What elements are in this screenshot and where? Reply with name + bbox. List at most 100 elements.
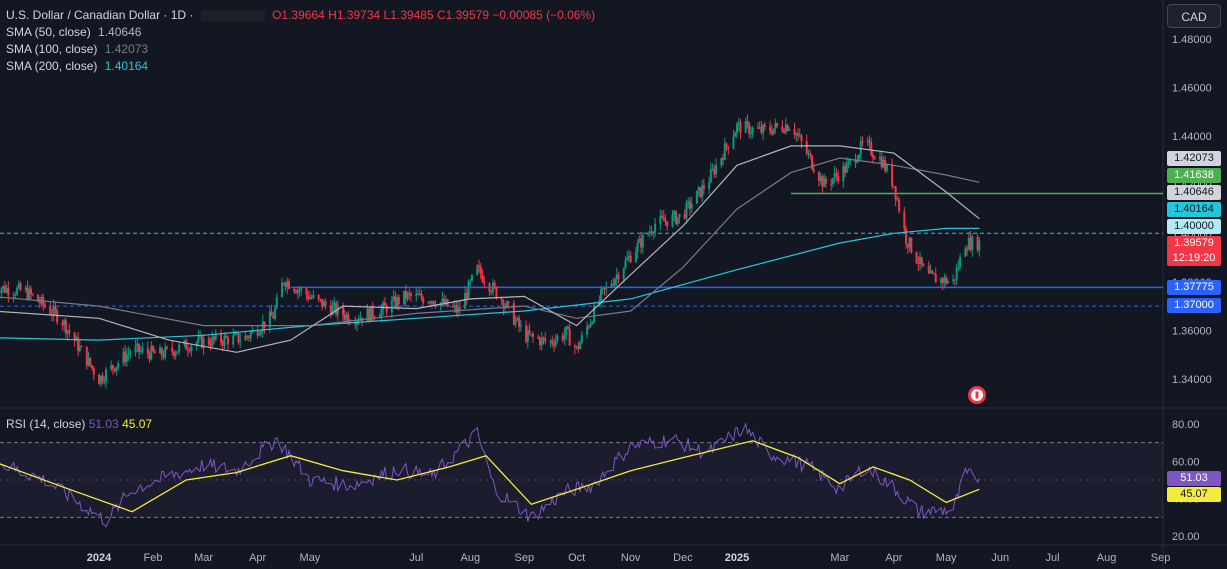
rsi-label[interactable]: RSI (14, close) [6,417,85,431]
candle-body [160,348,163,356]
candle-body [165,346,168,348]
candle-body [734,132,737,137]
candle-body [952,279,955,282]
candle-body [159,348,162,354]
candle-body [516,317,519,320]
candle-body [148,353,151,360]
candle-body [929,270,932,274]
price-axis-tick: 1.34000 [1172,374,1212,386]
candle-body [294,291,297,294]
candle-body [441,298,444,303]
candle-body [394,296,397,307]
candle-body [321,299,324,307]
candle-body [748,123,751,135]
candle-body [63,320,66,326]
candle-body [715,165,718,175]
candle-body [305,288,308,295]
candle-body [805,141,808,154]
candle-body [687,201,690,203]
candle-body [220,333,223,343]
candle-body [417,293,419,295]
candle-body [185,340,188,350]
sma200-label[interactable]: SMA (200, close) [6,59,97,73]
sma50-price-tag: 1.40646 [1167,185,1221,200]
candle-body [878,157,881,160]
candle-body [957,267,960,269]
candle-body [831,178,834,184]
candle-body [422,298,425,304]
candle-body [737,122,740,124]
candle-body [211,336,214,346]
sma50-label[interactable]: SMA (50, close) [6,25,91,39]
candle-body [793,128,796,136]
sma50-value: 1.40646 [98,25,142,39]
candle-body [275,297,278,308]
candle-body [603,287,606,290]
rsi-ma-price-tag: 45.07 [1167,487,1221,502]
candle-body [172,351,175,356]
usdcad-chart[interactable]: 1.340001.360001.380001.400001.420001.440… [0,0,1227,569]
candle-body [239,340,242,343]
time-axis: 2024 Feb Mar Apr May Jul Aug Sep Oct Nov Dec 2025 Ma… [87,552,1171,564]
candle-body [56,310,59,323]
candle-body [164,346,167,358]
candle-body [197,336,200,343]
candle-body [111,365,114,369]
candle-body [476,265,479,275]
candle-body [671,214,674,227]
candle-body [685,202,688,219]
candle-body [788,128,791,131]
candle-body [308,297,311,300]
candle-body [638,238,641,243]
time-axis-label: Sep [515,552,535,564]
countdown-value: 12:19:20 [1172,252,1216,264]
candle-body [406,292,409,300]
candle-body [934,274,937,283]
candle-body [235,332,238,334]
candle-body [821,176,824,187]
candle-body [573,345,576,348]
candle-body [171,347,174,352]
candle-body [932,273,935,275]
sma100-price-tag: 1.42073 [1167,151,1221,166]
candle-body [709,169,712,183]
candle-body [286,281,289,288]
candle-body [488,283,491,292]
candle-body [858,154,861,160]
candle-body [823,178,826,187]
candle-body [526,330,529,342]
candle-body [467,281,470,299]
candle-body [80,346,83,348]
candle-body [978,240,981,251]
candle-body [335,302,338,315]
candle-body [809,153,812,156]
candle-body [115,366,118,372]
candle-body [812,168,815,173]
candle-body [260,331,263,335]
sma100-label[interactable]: SMA (100, close) [6,42,97,56]
candle-body [188,350,191,352]
candle-body [64,320,67,334]
candle-body [17,283,20,288]
candle-body [819,176,822,181]
candle-body [586,326,589,335]
candle-body [673,211,676,215]
candle-body [30,288,33,295]
open-value: O1.39664 [272,8,325,22]
candle-body [666,221,669,227]
candle-body [207,338,210,345]
candle-body [612,284,615,286]
candle-body [274,307,277,319]
candle-body [98,374,100,385]
candle-body [263,321,266,328]
symbol-title: U.S. Dollar / Canadian Dollar · 1D · [6,8,194,22]
candle-body [683,213,686,219]
currency-button[interactable]: CAD [1167,4,1221,28]
candle-body [871,154,874,158]
candle-body [845,163,848,173]
candle-body [781,126,784,131]
candle-body [915,252,918,263]
candle-body [697,187,700,191]
price-axis-tick: 1.46000 [1172,83,1212,95]
candle-body [554,340,557,346]
